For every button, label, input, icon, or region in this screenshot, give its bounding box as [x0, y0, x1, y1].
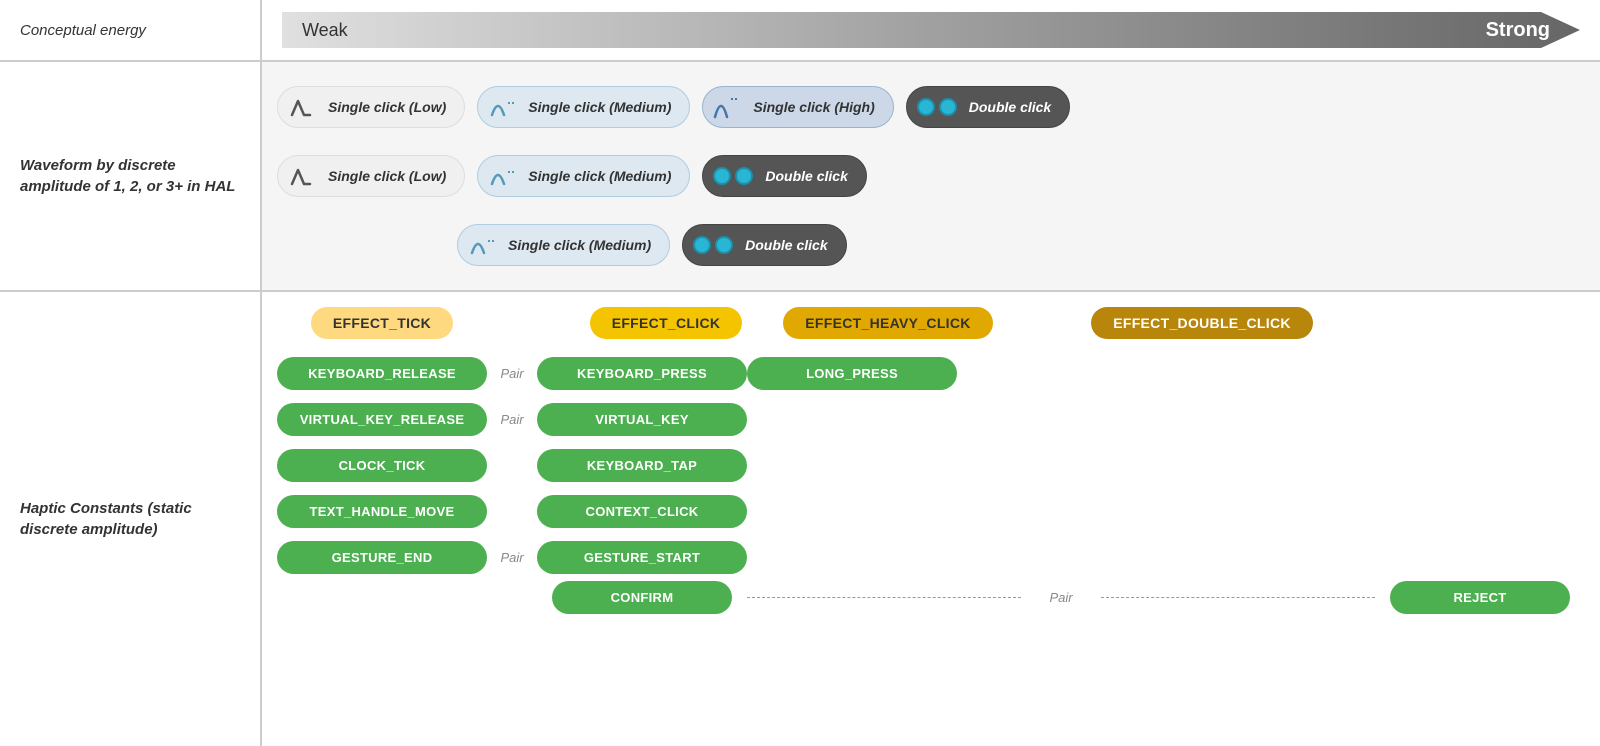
waveform-pill-low-1: Single click (Low)	[277, 86, 465, 128]
confirm-dashed-line-2	[1101, 597, 1375, 598]
double-click-icon-2	[713, 162, 757, 190]
confirm-dashed-line	[747, 597, 1021, 598]
content-column: Weak Strong Single click (Low)	[260, 0, 1600, 746]
waveform-pill-double-3: Double click	[682, 224, 846, 266]
keyboard-press-btn[interactable]: KEYBOARD_PRESS	[537, 357, 747, 390]
wave-low-icon	[288, 93, 320, 121]
effect-heavy-click-badge: EFFECT_HEAVY_CLICK	[783, 307, 992, 339]
dot-1	[917, 98, 935, 116]
gesture-start-btn[interactable]: GESTURE_START	[537, 541, 747, 574]
context-click-btn[interactable]: CONTEXT_CLICK	[537, 495, 747, 528]
haptic-row-5: GESTURE_END Pair GESTURE_START	[277, 539, 1585, 575]
dot-2	[939, 98, 957, 116]
spectrum-weak-label: Weak	[302, 20, 348, 41]
spectrum-strong-label: Strong	[1486, 19, 1550, 42]
col1-1: KEYBOARD_RELEASE	[277, 357, 487, 390]
pair-label-2: Pair	[487, 412, 537, 427]
text-handle-move-btn[interactable]: TEXT_HANDLE_MOVE	[277, 495, 487, 528]
dot-5	[693, 236, 711, 254]
keyboard-release-btn[interactable]: KEYBOARD_RELEASE	[277, 357, 487, 390]
keyboard-tap-btn[interactable]: KEYBOARD_TAP	[537, 449, 747, 482]
pair-label-5: Pair	[487, 550, 537, 565]
confirm-btn[interactable]: CONFIRM	[552, 581, 732, 614]
virtual-key-btn[interactable]: VIRTUAL_KEY	[537, 403, 747, 436]
haptic-row-3: CLOCK_TICK KEYBOARD_TAP	[277, 447, 1585, 483]
wave-low-icon-2	[288, 162, 320, 190]
long-press-btn[interactable]: LONG_PRESS	[747, 357, 957, 390]
waveform-row-3: Single click (Medium) Double click	[277, 224, 1585, 266]
conceptual-energy-label: Conceptual energy	[0, 0, 260, 60]
effect-tick-badge: EFFECT_TICK	[311, 307, 453, 339]
double-click-icon-1	[917, 93, 961, 121]
waveform-pill-double-2: Double click	[702, 155, 866, 197]
waveform-row-2: Single click (Low) Single click (Medium)…	[277, 155, 1585, 197]
waveform-pill-high-1: Single click (High)	[702, 86, 893, 128]
waveform-pill-double-1: Double click	[906, 86, 1070, 128]
haptic-section: EFFECT_TICK EFFECT_CLICK EFFECT_HEAVY_CL…	[262, 290, 1600, 746]
effect-double-click-badge: EFFECT_DOUBLE_CLICK	[1091, 307, 1313, 339]
haptic-label: Haptic Constants (static discrete amplit…	[0, 290, 260, 746]
confirm-btn-wrap: CONFIRM	[537, 581, 747, 614]
col2-3: KEYBOARD_TAP	[537, 449, 747, 482]
reject-btn[interactable]: REJECT	[1390, 581, 1570, 614]
col2-4: CONTEXT_CLICK	[537, 495, 747, 528]
wave-medium-icon-2	[488, 162, 520, 190]
waveform-pill-low-2: Single click (Low)	[277, 155, 465, 197]
col2-2: VIRTUAL_KEY	[537, 403, 747, 436]
haptic-row-1: KEYBOARD_RELEASE Pair KEYBOARD_PRESS LON…	[277, 355, 1585, 391]
waveform-section: Single click (Low) Single click (Medium)…	[262, 60, 1600, 290]
effect-badges-row: EFFECT_TICK EFFECT_CLICK EFFECT_HEAVY_CL…	[277, 307, 1585, 339]
confirm-reject-row: CONFIRM Pair REJECT	[277, 581, 1585, 614]
col1-5: GESTURE_END	[277, 541, 487, 574]
haptic-rows: KEYBOARD_RELEASE Pair KEYBOARD_PRESS LON…	[277, 355, 1585, 575]
waveform-pill-medium-3: Single click (Medium)	[457, 224, 670, 266]
pair-label-1: Pair	[487, 366, 537, 381]
col2-1: KEYBOARD_PRESS	[537, 357, 747, 390]
spectrum-bar: Weak Strong	[282, 12, 1580, 48]
spectrum-row: Weak Strong	[262, 0, 1600, 60]
wave-high-icon	[713, 93, 745, 121]
col1-2: VIRTUAL_KEY_RELEASE	[277, 403, 487, 436]
dot-6	[715, 236, 733, 254]
confirm-pair-label: Pair	[1021, 590, 1101, 605]
clock-tick-btn[interactable]: CLOCK_TICK	[277, 449, 487, 482]
waveform-pill-medium-2: Single click (Medium)	[477, 155, 690, 197]
waveform-row-1: Single click (Low) Single click (Medium)…	[277, 86, 1585, 128]
haptic-row-2: VIRTUAL_KEY_RELEASE Pair VIRTUAL_KEY	[277, 401, 1585, 437]
haptic-row-4: TEXT_HANDLE_MOVE CONTEXT_CLICK	[277, 493, 1585, 529]
waveform-pill-medium-1: Single click (Medium)	[477, 86, 690, 128]
waveform-label: Waveform by discrete amplitude of 1, 2, …	[0, 60, 260, 290]
label-column: Conceptual energy Waveform by discrete a…	[0, 0, 260, 746]
dot-3	[713, 167, 731, 185]
gesture-end-btn[interactable]: GESTURE_END	[277, 541, 487, 574]
dot-4	[735, 167, 753, 185]
double-click-icon-3	[693, 231, 737, 259]
reject-btn-wrap: REJECT	[1375, 581, 1585, 614]
col2-5: GESTURE_START	[537, 541, 747, 574]
col1-3: CLOCK_TICK	[277, 449, 487, 482]
main-container: Conceptual energy Waveform by discrete a…	[0, 0, 1600, 746]
col1-4: TEXT_HANDLE_MOVE	[277, 495, 487, 528]
wave-medium-icon	[488, 93, 520, 121]
col3-1: LONG_PRESS	[747, 357, 957, 390]
wave-medium-icon-3	[468, 231, 500, 259]
effect-click-badge: EFFECT_CLICK	[590, 307, 743, 339]
virtual-key-release-btn[interactable]: VIRTUAL_KEY_RELEASE	[277, 403, 487, 436]
